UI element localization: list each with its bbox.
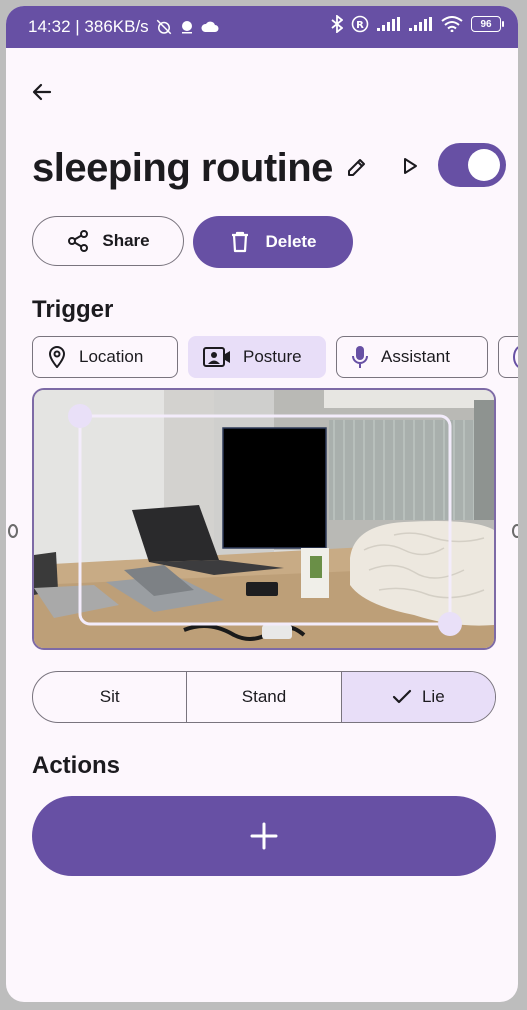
routine-enabled-toggle[interactable] [438, 143, 506, 187]
page-title: sleeping routine [32, 146, 333, 190]
trigger-chips: Location Posture Assistant [32, 336, 518, 378]
trigger-heading: Trigger [32, 296, 114, 323]
share-label: Share [102, 231, 150, 250]
share-button[interactable]: Share [32, 216, 184, 266]
chip-posture[interactable]: Posture [188, 336, 326, 378]
registered-icon: R [351, 15, 369, 33]
svg-text:R: R [356, 20, 364, 31]
notification-dot-icon [179, 19, 195, 35]
play-icon [404, 158, 417, 174]
edit-button[interactable] [342, 152, 372, 182]
trash-icon [232, 231, 249, 253]
signal-icon-2 [409, 17, 433, 31]
chip-overflow-icon [513, 345, 518, 369]
app-screen: 14:32 | 386KB/s R 96 sleeping routine Sh… [6, 6, 518, 1002]
chip-overflow[interactable] [498, 336, 518, 378]
posture-option-sit[interactable]: Sit [33, 672, 188, 722]
posture-option-stand[interactable]: Stand [187, 672, 342, 722]
status-right: R 96 [331, 15, 504, 33]
posture-segmented-control: Sit Stand Lie [32, 671, 496, 723]
chip-location[interactable]: Location [32, 336, 178, 378]
wifi-icon [441, 16, 463, 32]
chip-posture-label: Posture [243, 347, 302, 366]
posture-option-lie-label: Lie [421, 687, 445, 706]
chip-location-label: Location [79, 347, 144, 366]
chip-assistant-label: Assistant [381, 347, 450, 366]
add-action-button[interactable] [32, 796, 496, 876]
camera-preview[interactable] [32, 388, 496, 650]
check-icon [392, 689, 412, 704]
posture-option-lie[interactable]: Lie [341, 672, 495, 722]
actions-heading: Actions [32, 752, 121, 779]
battery-icon: 96 [471, 16, 504, 32]
status-time-speed: 14:32 | 386KB/s [28, 17, 149, 36]
cloud-icon [201, 20, 219, 34]
pencil-icon [348, 159, 365, 176]
posture-option-sit-label: Sit [99, 687, 120, 706]
carousel-left-indicator [8, 524, 18, 538]
camera-preview-image [34, 390, 494, 648]
battery-level: 96 [471, 16, 501, 32]
posture-option-stand-label: Stand [241, 687, 287, 706]
arrow-left-icon [32, 83, 52, 101]
alarm-off-icon [155, 18, 173, 36]
delete-label: Delete [265, 232, 317, 251]
mic-icon [352, 346, 368, 368]
share-icon [68, 230, 89, 252]
contact-icon [203, 347, 230, 367]
bluetooth-icon [331, 15, 343, 33]
status-bar: 14:32 | 386KB/s R 96 [6, 6, 518, 48]
toggle-knob [468, 149, 500, 181]
plus-icon [250, 822, 278, 850]
delete-button[interactable]: Delete [193, 216, 353, 268]
carousel-right-indicator [512, 524, 518, 538]
location-icon [48, 346, 66, 368]
status-left: 14:32 | 386KB/s [28, 17, 219, 37]
play-button[interactable] [398, 154, 422, 178]
signal-icon [377, 17, 401, 31]
chip-assistant[interactable]: Assistant [336, 336, 488, 378]
back-button[interactable] [28, 78, 56, 106]
